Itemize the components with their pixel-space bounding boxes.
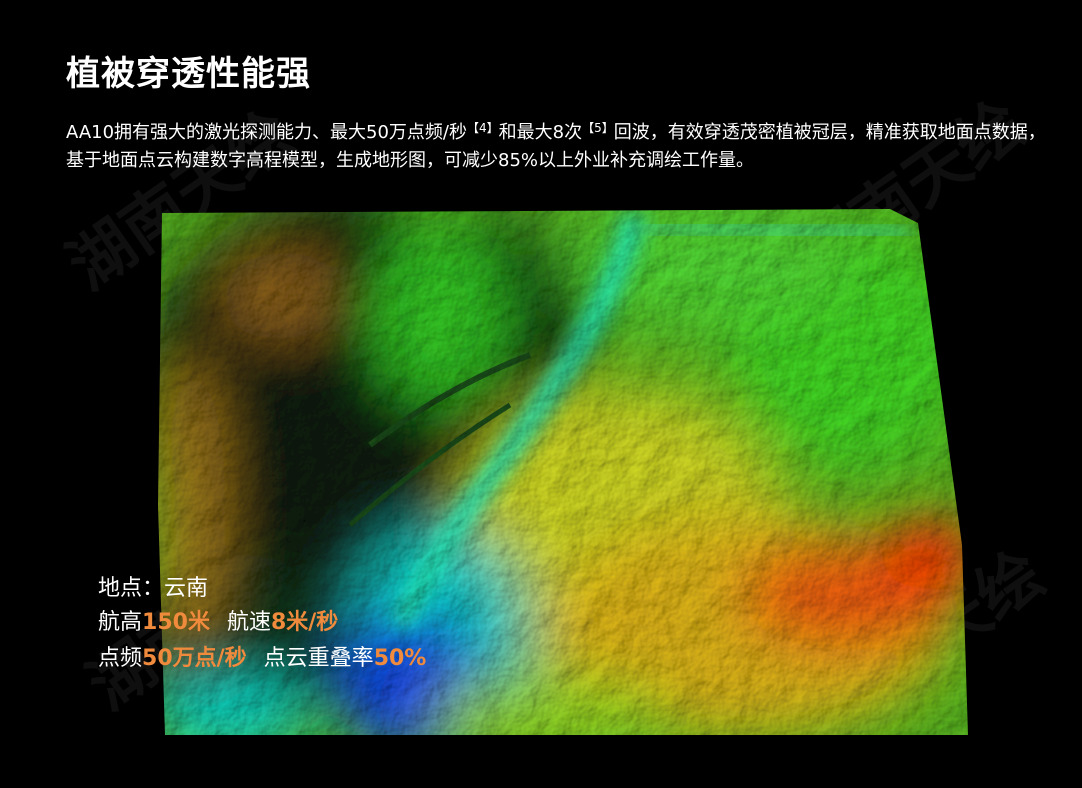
description-part-2: 和最大8次 [498, 122, 583, 143]
altitude-value: 150米 [142, 610, 210, 635]
info-frequency: 点频50万点/秒 点云重叠率50% [98, 644, 426, 674]
speed-value: 8米/秒 [270, 610, 339, 635]
reference-5: 【5】 [582, 121, 614, 135]
description-paragraph: AA10拥有强大的激光探测能力、最大50万点频/秒【4】和最大8次【5】回波，有… [66, 114, 1046, 175]
info-flight: 航高150米 航速8米/秒 [98, 608, 338, 638]
altitude-label: 航高 [98, 610, 143, 635]
reference-4: 【4】 [467, 121, 499, 135]
frequency-value: 50万点/秒 [142, 646, 247, 671]
overlap-label: 点云重叠率 [263, 646, 374, 671]
overlap-value: 50% [373, 646, 427, 671]
location-value: 云南 [164, 576, 209, 601]
info-location: 地点：云南 [98, 574, 208, 604]
frequency-label: 点频 [98, 646, 143, 671]
location-label: 地点： [98, 576, 165, 601]
description-part-1: AA10拥有强大的激光探测能力、最大50万点频/秒 [66, 122, 467, 143]
speed-label: 航速 [226, 610, 271, 635]
page-title: 植被穿透性能强 [66, 54, 311, 94]
